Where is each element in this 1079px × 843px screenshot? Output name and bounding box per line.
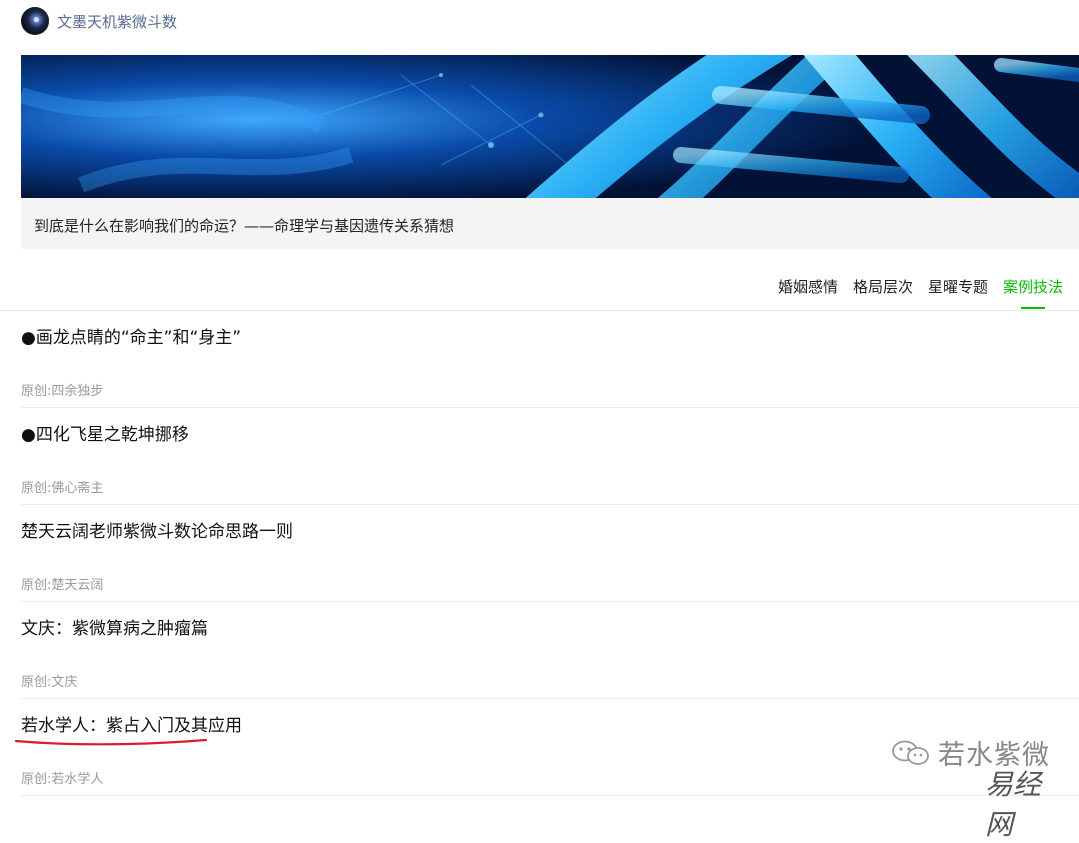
article-author: 原创:若水学人 <box>21 772 104 787</box>
article-title[interactable]: 楚天云阔老师紫微斗数论命思路一则 <box>21 517 293 542</box>
article-author: 原创:文庆 <box>21 675 78 690</box>
article-title[interactable]: 文庆：紫微算病之肿瘤篇 <box>21 614 208 639</box>
article-title[interactable]: 若水学人：紫占入门及其应用 <box>21 711 242 736</box>
featured-article-title[interactable]: 到底是什么在影响我们的命运？——命理学与基因遗传关系猜想 <box>34 215 454 236</box>
list-item[interactable]: ●四化飞星之乾坤挪移 原创:佛心斋主 <box>21 408 1079 505</box>
tab-pattern-level[interactable]: 格局层次 <box>853 276 913 309</box>
article-author: 原创:四余独步 <box>21 384 104 399</box>
article-author: 原创:佛心斋主 <box>21 481 104 496</box>
article-title[interactable]: ●画龙点睛的“命主”和“身主” <box>21 323 241 348</box>
article-author: 原创:楚天云阔 <box>21 578 104 593</box>
article-title[interactable]: ●四化飞星之乾坤挪移 <box>21 420 189 445</box>
galaxy-avatar-icon[interactable] <box>21 7 49 35</box>
category-tabs: 婚姻感情 格局层次 星曜专题 案例技法 <box>763 276 1063 309</box>
featured-article-card[interactable]: 到底是什么在影响我们的命运？——命理学与基因遗传关系猜想 <box>21 55 1079 249</box>
account-name[interactable]: 文墨天机紫微斗数 <box>57 11 177 32</box>
red-underline-annotation <box>14 738 208 746</box>
list-item[interactable]: 楚天云阔老师紫微斗数论命思路一则 原创:楚天云阔 <box>21 505 1079 602</box>
watermark-site-name: 易经网 <box>985 768 1042 841</box>
list-item[interactable]: ●画龙点睛的“命主”和“身主” 原创:四余独步 <box>21 311 1079 408</box>
article-list: ●画龙点睛的“命主”和“身主” 原创:四余独步 ●四化飞星之乾坤挪移 原创:佛心… <box>0 311 1079 796</box>
tab-marriage[interactable]: 婚姻感情 <box>778 276 838 309</box>
account-header[interactable]: 文墨天机紫微斗数 <box>21 6 177 36</box>
wechat-icon <box>892 740 929 765</box>
tab-star-topics[interactable]: 星曜专题 <box>928 276 988 309</box>
list-item[interactable]: 文庆：紫微算病之肿瘤篇 原创:文庆 <box>21 602 1079 699</box>
tab-case-techniques[interactable]: 案例技法 <box>1003 276 1063 309</box>
watermark: 若水紫微 易经网 <box>890 733 1050 841</box>
dna-banner-image <box>21 55 1079 198</box>
